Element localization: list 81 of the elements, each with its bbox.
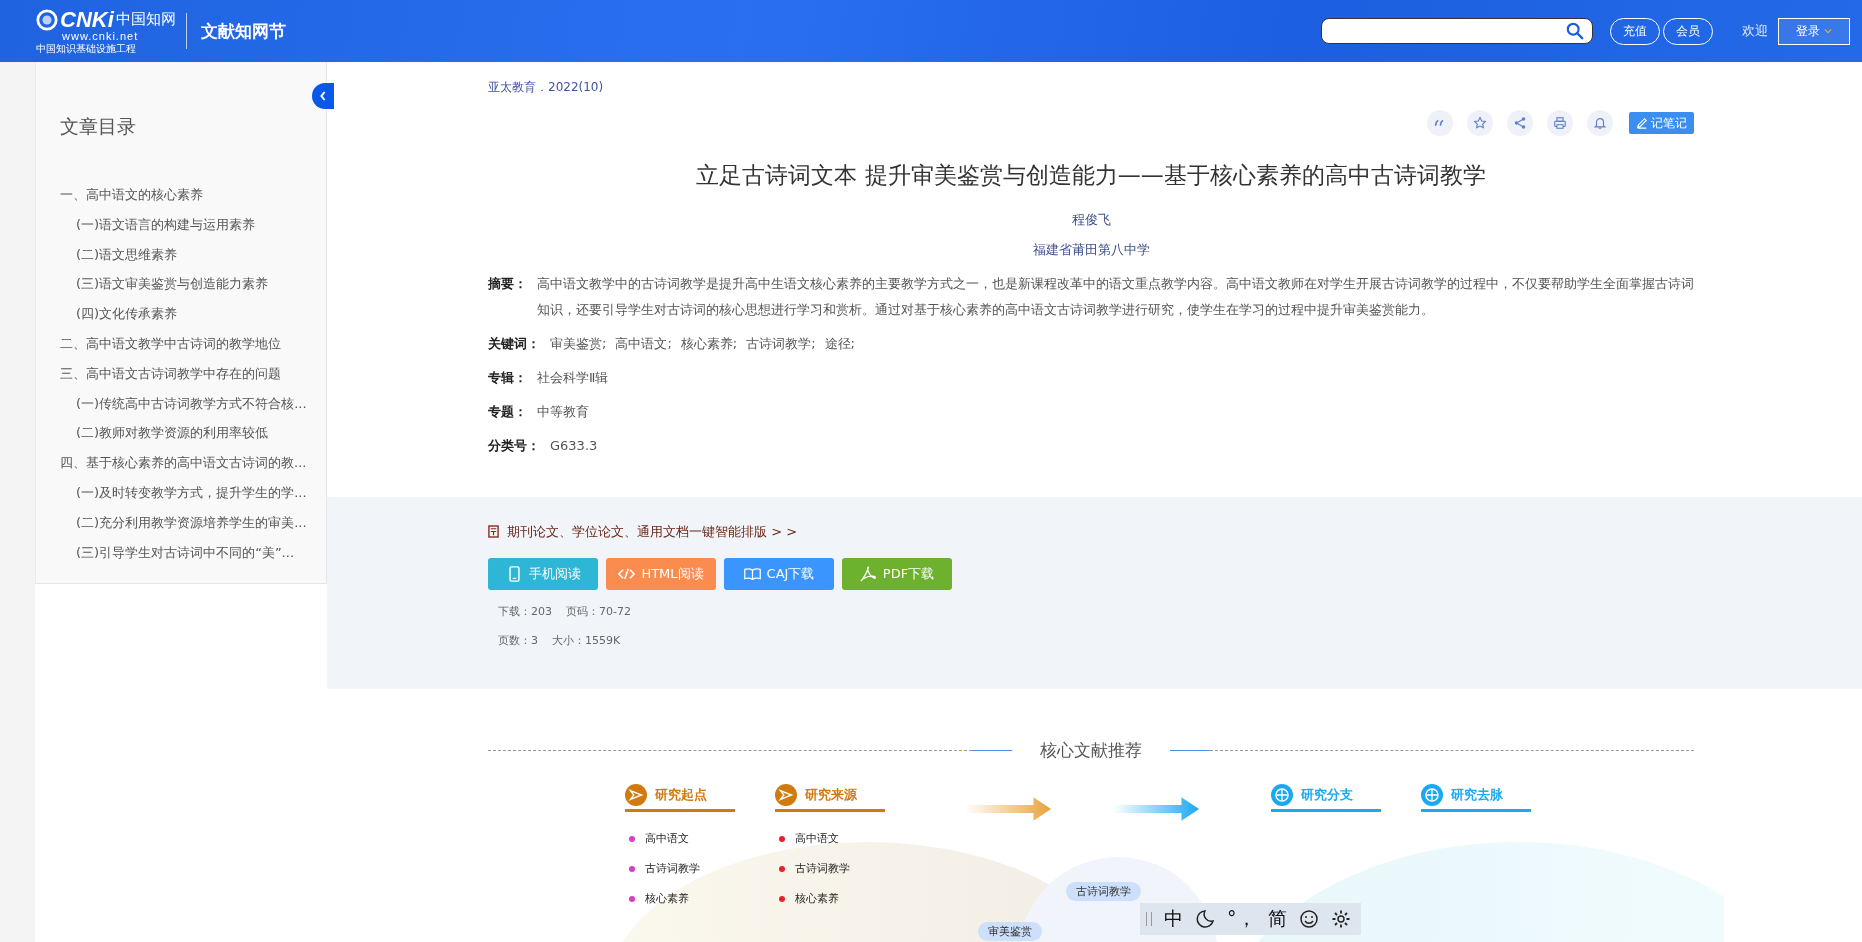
field-label: 摘要：	[488, 275, 527, 293]
article-title: 立足古诗词文本 提升审美鉴赏与创造能力——基于核心素养的高中古诗词教学	[695, 161, 1487, 190]
arrow-icon	[965, 796, 1053, 822]
outline-item[interactable]: (三)引导学生对古诗词中不同的“美”...	[76, 537, 306, 568]
globe-icon	[36, 8, 58, 31]
login-button[interactable]: 登录	[1778, 17, 1850, 45]
print-button[interactable]	[1547, 110, 1573, 136]
abstract-text: 高中语文教学中的古诗词教学是提升高中生语文核心素养的主要教学方式之一，也是新课程改革中的语文重点教学内容。高中语文教师在对学生开展古诗词教学的过程中，不仅要帮助学生全面掌握古诗词知识，还要引导学生对古诗词的核心思想进行学习和赏析。通过对基于核心素养的高中语文古诗词教学进行研究，使学生在学习的过程中提升审美鉴赏能力。	[537, 275, 1694, 319]
outline-item[interactable]: (一)语文语言的构建与运用素养	[76, 209, 306, 240]
field-label: 专题：	[488, 403, 527, 421]
topic-node[interactable]: 古诗词教学	[1066, 882, 1141, 901]
share-icon	[1513, 116, 1527, 130]
stat-text: 页数：3	[498, 632, 538, 648]
field-value: 中等教育	[537, 403, 589, 421]
outline-item[interactable]: 四、基于核心素养的高中语文古诗词的教...	[60, 448, 306, 478]
sidebar-title: 文章目录	[60, 114, 137, 139]
section-title: 核心文献推荐	[1040, 739, 1142, 762]
field-value: G633.3	[550, 437, 598, 455]
author-link[interactable]: 程俊飞	[488, 205, 1694, 235]
chevron-left-icon	[319, 90, 327, 102]
keyword-link[interactable]: 核心素养;	[680, 331, 738, 357]
ime-mode[interactable]: 中	[1164, 906, 1183, 932]
keyword-link[interactable]: 审美鉴赏;	[550, 331, 607, 357]
journal-link[interactable]: 亚太教育．2022(10)	[488, 79, 1694, 96]
bell-icon	[1593, 116, 1607, 130]
logo-slogan: 中国知识基础设施工程	[36, 43, 136, 54]
search-field[interactable]	[1321, 18, 1593, 44]
welcome-text: 欢迎	[1742, 22, 1768, 40]
outline-item[interactable]: (二)教师对教学资源的利用率较低	[76, 418, 306, 449]
ime-script[interactable]: 简	[1267, 906, 1287, 932]
acrobat-icon	[859, 565, 877, 582]
outline-item[interactable]: 三、高中语文古诗词教学中存在的问题	[60, 358, 306, 389]
layout-link[interactable]: 期刊论文、学位论文、通用文档一键智能排版 > >	[488, 522, 1862, 541]
field-label: 分类号：	[488, 437, 540, 455]
stat-text: 大小：1559K	[552, 632, 621, 648]
outline-item[interactable]: (二)语文思维素养	[76, 239, 306, 270]
ime-punctuation[interactable]: °，	[1227, 906, 1256, 932]
outline-item[interactable]: (一)及时转变教学方式，提升学生的学...	[76, 477, 306, 508]
logo-url: www.cnki.net	[62, 30, 139, 42]
field-value: 社会科学Ⅱ辑	[537, 369, 609, 387]
field-label: 专辑：	[488, 369, 527, 387]
site-name[interactable]: 文献知网节	[200, 19, 286, 43]
field-label: 关键词：	[488, 335, 540, 353]
topic-link[interactable]: 高中语文	[645, 824, 689, 854]
book-icon	[743, 565, 761, 582]
favorite-button[interactable]	[1467, 110, 1493, 136]
collapse-button[interactable]	[312, 83, 334, 109]
stat-text: 下载：203	[498, 603, 552, 619]
alert-button[interactable]	[1587, 110, 1613, 136]
outline-item[interactable]: 二、高中语文教学中古诗词的教学地位	[60, 329, 306, 359]
keyword-link[interactable]: 途径;	[824, 331, 855, 357]
topic-link[interactable]: 高中语文	[795, 824, 839, 854]
smiley-icon[interactable]	[1298, 909, 1319, 929]
stat-text: 页码：70-72	[566, 603, 631, 619]
logo-name: 中国知网	[115, 12, 176, 27]
printer-icon	[1553, 116, 1567, 130]
quote-button[interactable]	[1427, 110, 1453, 136]
header-button[interactable]: 充值	[1610, 17, 1660, 45]
outline-item[interactable]: 一、高中语文的核心素养	[60, 180, 306, 210]
topic-node[interactable]: 审美鉴赏	[978, 922, 1042, 941]
outline-item[interactable]: (一)传统高中古诗词教学方式不符合核...	[76, 388, 306, 419]
outline-item[interactable]: (四)文化传承素养	[76, 299, 306, 329]
caret-icon	[1824, 28, 1832, 34]
settings-icon[interactable]	[1330, 909, 1351, 929]
logo-text: CNKi	[60, 8, 114, 31]
document-icon	[488, 525, 499, 539]
pencil-icon	[1636, 117, 1648, 129]
outline-item[interactable]: (三)语文审美鉴赏与创造能力素养	[76, 269, 306, 300]
share-button[interactable]	[1507, 110, 1533, 136]
outline-item[interactable]: (二)充分利用教学资源培养学生的审美...	[76, 507, 306, 538]
affiliation-link[interactable]: 福建省莆田第八中学	[488, 235, 1694, 265]
topic-link[interactable]: 古诗词教学	[795, 854, 850, 884]
topic-link[interactable]: 核心素养	[645, 884, 689, 914]
arrow-icon	[1113, 796, 1201, 822]
topic-link[interactable]: 古诗词教学	[645, 854, 700, 884]
star-icon	[1473, 116, 1487, 130]
keyword-link[interactable]: 高中语文;	[615, 331, 672, 357]
moon-icon[interactable]	[1195, 909, 1215, 929]
search-icon[interactable]	[1566, 22, 1584, 40]
topic-link[interactable]: 核心素养	[795, 884, 839, 914]
keyword-link[interactable]: 古诗词教学;	[746, 331, 816, 357]
